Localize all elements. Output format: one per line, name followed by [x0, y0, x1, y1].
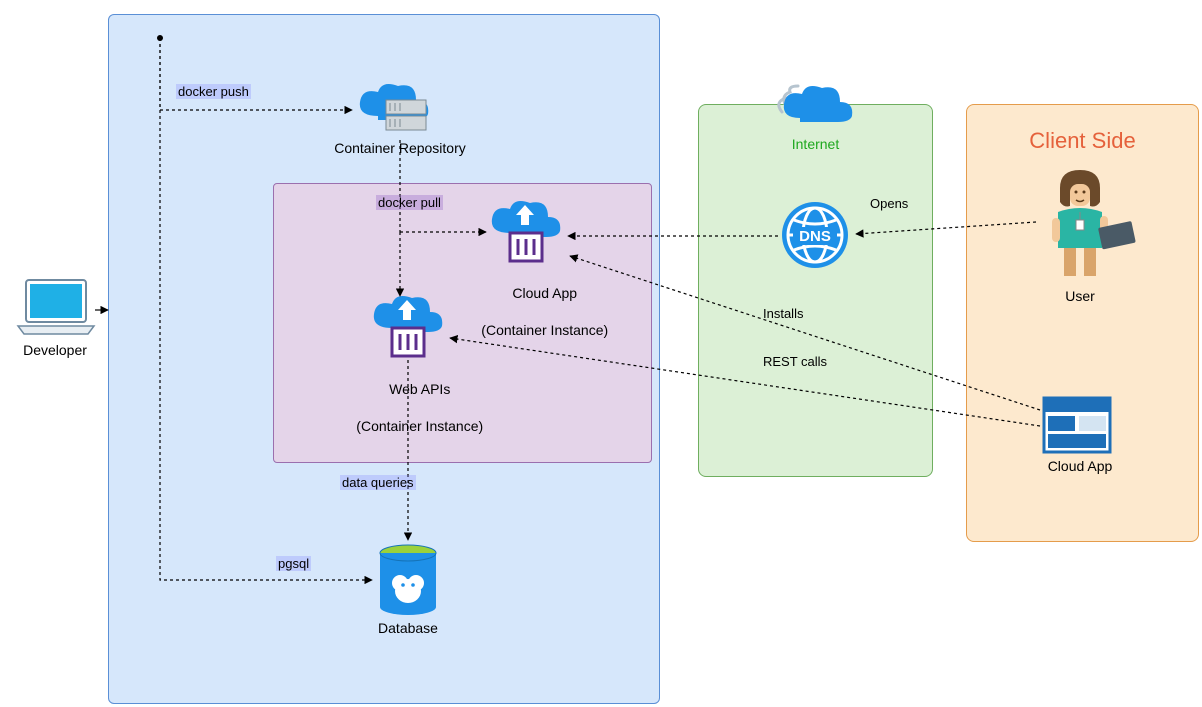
user-label: User: [1020, 288, 1140, 304]
dns-icon: DNS: [782, 202, 848, 268]
web-apis-line1: Web APIs: [389, 381, 450, 397]
laptop-icon: [18, 280, 94, 334]
client-cloud-app-label: Cloud App: [1020, 458, 1140, 474]
edge-pgsql: pgsql: [276, 556, 311, 571]
database-icon: [380, 545, 436, 615]
database-label: Database: [358, 620, 458, 636]
svg-text:DNS: DNS: [799, 228, 831, 245]
cloud-app-instance-label: Cloud App (Container Instance): [440, 266, 630, 357]
internet-cloud-icon: [779, 86, 852, 122]
developer-label: Developer: [0, 342, 110, 358]
cloud-app-instance-icon: [492, 201, 560, 261]
web-apis-line2: (Container Instance): [356, 418, 483, 434]
internet-label: Internet: [698, 136, 933, 152]
cloud-app-line1: Cloud App: [512, 285, 577, 301]
edge-opens: Opens: [870, 196, 908, 211]
client-cloud-app-icon: [1044, 398, 1110, 452]
user-icon: [1052, 170, 1136, 276]
edge-installs: Installs: [763, 306, 803, 321]
web-apis-instance-icon: [374, 296, 442, 356]
edge-docker-push: docker push: [176, 84, 251, 99]
client-side-title: Client Side: [966, 128, 1199, 154]
edge-data-queries: data queries: [340, 475, 416, 490]
cloud-app-line2: (Container Instance): [481, 322, 608, 338]
edge-rest-calls: REST calls: [763, 354, 827, 369]
web-apis-instance-label: Web APIs (Container Instance): [310, 362, 510, 453]
container-repository-label: Container Repository: [300, 140, 500, 156]
container-repository-icon: [360, 84, 428, 130]
diagram-stage: DNS: [0, 0, 1202, 707]
edge-docker-pull: docker pull: [376, 195, 443, 210]
